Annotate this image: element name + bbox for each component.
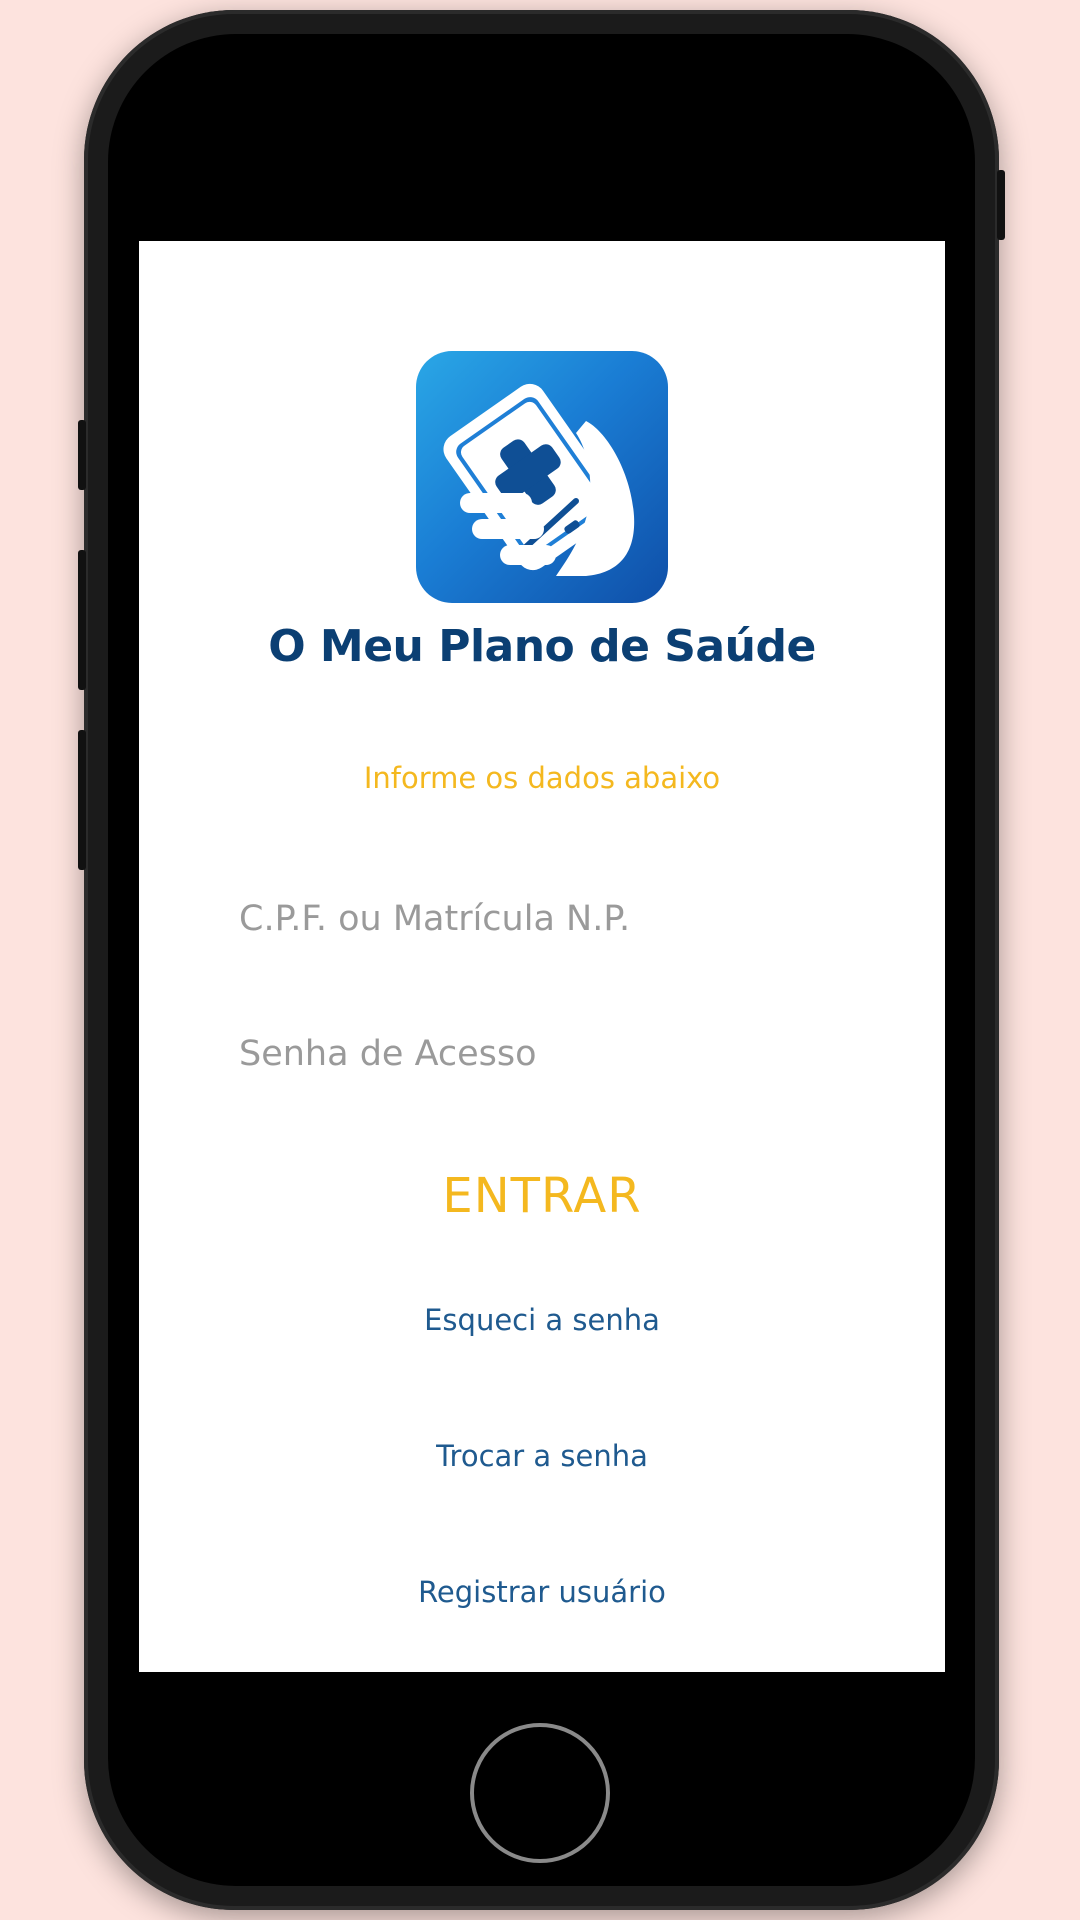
app-screen: O Meu Plano de Saúde Informe os dados ab…: [139, 241, 945, 1672]
cpf-or-registration-input[interactable]: [239, 884, 845, 954]
volume-up-button: [78, 550, 86, 690]
password-input[interactable]: [239, 1019, 845, 1089]
app-logo: [416, 351, 668, 603]
volume-down-button: [78, 730, 86, 870]
change-password-link[interactable]: Trocar a senha: [139, 1439, 945, 1473]
power-button: [997, 170, 1005, 240]
page-background: O Meu Plano de Saúde Informe os dados ab…: [0, 0, 1080, 1920]
hand-holding-phone-medical-cross-icon: [443, 383, 635, 576]
forgot-password-link[interactable]: Esqueci a senha: [139, 1303, 945, 1337]
register-user-link[interactable]: Registrar usuário: [139, 1575, 945, 1609]
login-instruction: Informe os dados abaixo: [363, 761, 721, 795]
home-button[interactable]: [470, 1723, 610, 1863]
enter-button[interactable]: ENTRAR: [342, 1156, 742, 1236]
mute-switch: [78, 420, 86, 490]
app-title: O Meu Plano de Saúde: [268, 621, 816, 672]
